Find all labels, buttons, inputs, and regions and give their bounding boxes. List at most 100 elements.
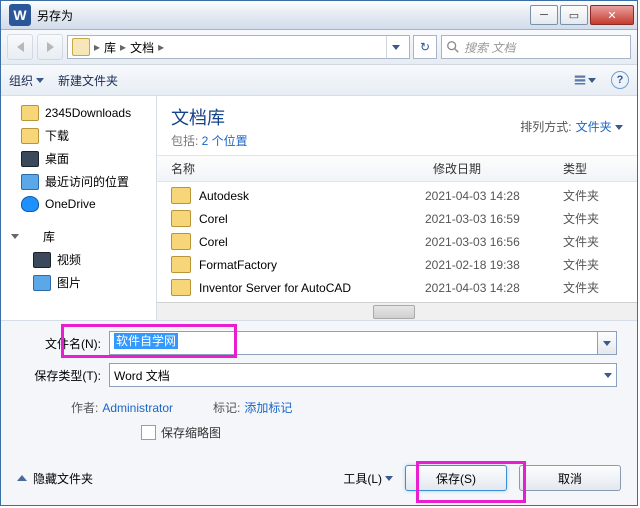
col-date[interactable]: 修改日期 — [433, 160, 563, 177]
file-date: 2021-03-03 16:56 — [425, 235, 555, 249]
filename-value: 软件自学网 — [114, 333, 178, 349]
file-date: 2021-04-03 14:28 — [425, 281, 555, 295]
recent-icon — [21, 174, 39, 190]
col-type[interactable]: 类型 — [563, 160, 623, 177]
table-row[interactable]: FormatFactory 2021-02-18 19:38 文件夹 — [157, 253, 637, 276]
breadcrumb-item[interactable]: 库 — [104, 39, 116, 56]
sidebar-item-pictures[interactable]: 图片 — [1, 271, 156, 294]
organize-button[interactable]: 组织 — [9, 72, 44, 89]
chevron-up-icon — [17, 475, 27, 481]
footer: 隐藏文件夹 工具(L) 保存(S) 取消 — [1, 455, 637, 505]
author-value[interactable]: Administrator — [102, 401, 173, 415]
save-as-dialog: W 另存为 ─ ▭ ✕ ▸ 库 ▸ 文档 ▸ ↻ 搜索 文档 组织 — [0, 0, 638, 506]
filetype-select[interactable]: Word 文档 — [109, 363, 617, 387]
library-header: 文档库 包括: 2 个位置 排列方式: 文件夹 — [157, 96, 637, 155]
search-input[interactable]: 搜索 文档 — [441, 35, 631, 59]
library-icon — [72, 38, 90, 56]
save-thumbnail-checkbox[interactable] — [141, 425, 156, 440]
file-list: Autodesk 2021-04-03 14:28 文件夹 Corel 2021-03-… — [157, 182, 637, 302]
nav-forward-button[interactable] — [37, 34, 63, 60]
word-app-icon: W — [9, 4, 31, 26]
folder-icon — [21, 105, 39, 121]
sidebar: 2345Downloads 下载 桌面 最近访问的位置 OneDrive 库 视… — [1, 96, 157, 320]
save-thumbnail-label: 保存缩略图 — [161, 424, 221, 441]
file-date: 2021-02-18 19:38 — [425, 258, 555, 272]
horizontal-scrollbar[interactable] — [157, 302, 637, 320]
file-name: FormatFactory — [199, 258, 417, 272]
chevron-down-icon — [385, 476, 393, 481]
main-pane: 文档库 包括: 2 个位置 排列方式: 文件夹 名称 修改日期 类型 Autod… — [157, 96, 637, 320]
chevron-right-icon: ▸ — [94, 40, 100, 54]
col-name[interactable]: 名称 — [171, 160, 433, 177]
chevron-down-icon — [604, 373, 612, 378]
save-form: 文件名(N): 软件自学网 保存类型(T): Word 文档 作者: Admini… — [1, 320, 637, 455]
sidebar-item-downloads[interactable]: 下载 — [1, 124, 156, 147]
sort-label: 排列方式: — [520, 118, 571, 135]
table-row[interactable]: Corel2021-03-03 16:56文件夹 — [157, 230, 637, 253]
dialog-body: 2345Downloads 下载 桌面 最近访问的位置 OneDrive 库 视… — [1, 96, 637, 320]
folder-icon — [21, 128, 39, 144]
view-options-button[interactable] — [573, 70, 597, 90]
sidebar-item-desktop[interactable]: 桌面 — [1, 147, 156, 170]
save-button[interactable]: 保存(S) — [405, 465, 507, 491]
breadcrumb-item[interactable]: 文档 — [130, 39, 154, 56]
tools-button[interactable]: 工具(L) — [343, 470, 393, 487]
refresh-button[interactable]: ↻ — [413, 35, 437, 59]
table-row[interactable]: Inventor Server for AutoCAD 2021-04-03 14… — [157, 276, 637, 299]
filename-dropdown[interactable] — [598, 331, 617, 355]
image-icon — [33, 275, 51, 291]
breadcrumb[interactable]: ▸ 库 ▸ 文档 ▸ — [67, 35, 410, 59]
metadata-row: 作者:Administrator 标记:添加标记 — [11, 395, 617, 418]
toolbar: 组织 新建文件夹 ? — [1, 65, 637, 96]
table-row[interactable]: Autodesk2021-04-03 14:28文件夹 — [157, 184, 637, 207]
author-label: 作者: — [71, 401, 98, 415]
nav-back-button[interactable] — [7, 34, 33, 60]
file-type: 文件夹 — [563, 256, 623, 273]
file-date: 2021-03-03 16:59 — [425, 212, 555, 226]
file-name: Autodesk — [199, 189, 417, 203]
tags-value[interactable]: 添加标记 — [244, 401, 292, 415]
file-type: 文件夹 — [563, 210, 623, 227]
sidebar-group-libraries[interactable]: 库 — [1, 225, 156, 248]
close-button[interactable]: ✕ — [590, 5, 634, 25]
maximize-button[interactable]: ▭ — [560, 5, 588, 25]
filename-label: 文件名(N): — [11, 335, 109, 352]
folder-icon — [171, 210, 191, 227]
file-name: Corel — [199, 212, 417, 226]
navbar: ▸ 库 ▸ 文档 ▸ ↻ 搜索 文档 — [1, 30, 637, 65]
sidebar-item-videos[interactable]: 视频 — [1, 248, 156, 271]
folder-icon — [171, 279, 191, 296]
titlebar: W 另存为 ─ ▭ ✕ — [1, 1, 637, 30]
file-date: 2021-04-03 14:28 — [425, 189, 555, 203]
column-headers[interactable]: 名称 修改日期 类型 — [157, 155, 637, 182]
sidebar-item-onedrive[interactable]: OneDrive — [1, 193, 156, 215]
file-name: Inventor Server for AutoCAD — [199, 281, 417, 295]
folder-icon — [171, 256, 191, 273]
cancel-button[interactable]: 取消 — [519, 465, 621, 491]
table-row[interactable]: Corel 2021-03-03 16:59 文件夹 — [157, 207, 637, 230]
video-icon — [33, 252, 51, 268]
library-title: 文档库 — [171, 104, 248, 130]
chevron-right-icon: ▸ — [120, 40, 126, 54]
breadcrumb-dropdown[interactable] — [386, 36, 405, 58]
sidebar-item-recent[interactable]: 最近访问的位置 — [1, 170, 156, 193]
chevron-down-icon — [588, 78, 596, 83]
search-placeholder: 搜索 文档 — [464, 39, 515, 56]
hide-folders-button[interactable]: 隐藏文件夹 — [17, 470, 93, 487]
chevron-down-icon — [615, 125, 623, 130]
file-name: Corel — [199, 235, 417, 249]
folder-icon — [171, 187, 191, 204]
chevron-right-icon: ▸ — [158, 40, 164, 54]
search-icon — [446, 40, 460, 54]
window-title: 另存为 — [37, 7, 529, 24]
filename-input[interactable]: 软件自学网 — [109, 331, 598, 355]
new-folder-button[interactable]: 新建文件夹 — [58, 72, 118, 89]
sort-value[interactable]: 文件夹 — [576, 118, 623, 135]
minimize-button[interactable]: ─ — [530, 5, 558, 25]
scrollbar-thumb[interactable] — [373, 305, 415, 319]
filetype-value: Word 文档 — [114, 367, 170, 384]
library-locations-link[interactable]: 2 个位置 — [202, 134, 248, 148]
filetype-label: 保存类型(T): — [11, 367, 109, 384]
help-button[interactable]: ? — [611, 71, 629, 89]
sidebar-item-2345downloads[interactable]: 2345Downloads — [1, 102, 156, 124]
